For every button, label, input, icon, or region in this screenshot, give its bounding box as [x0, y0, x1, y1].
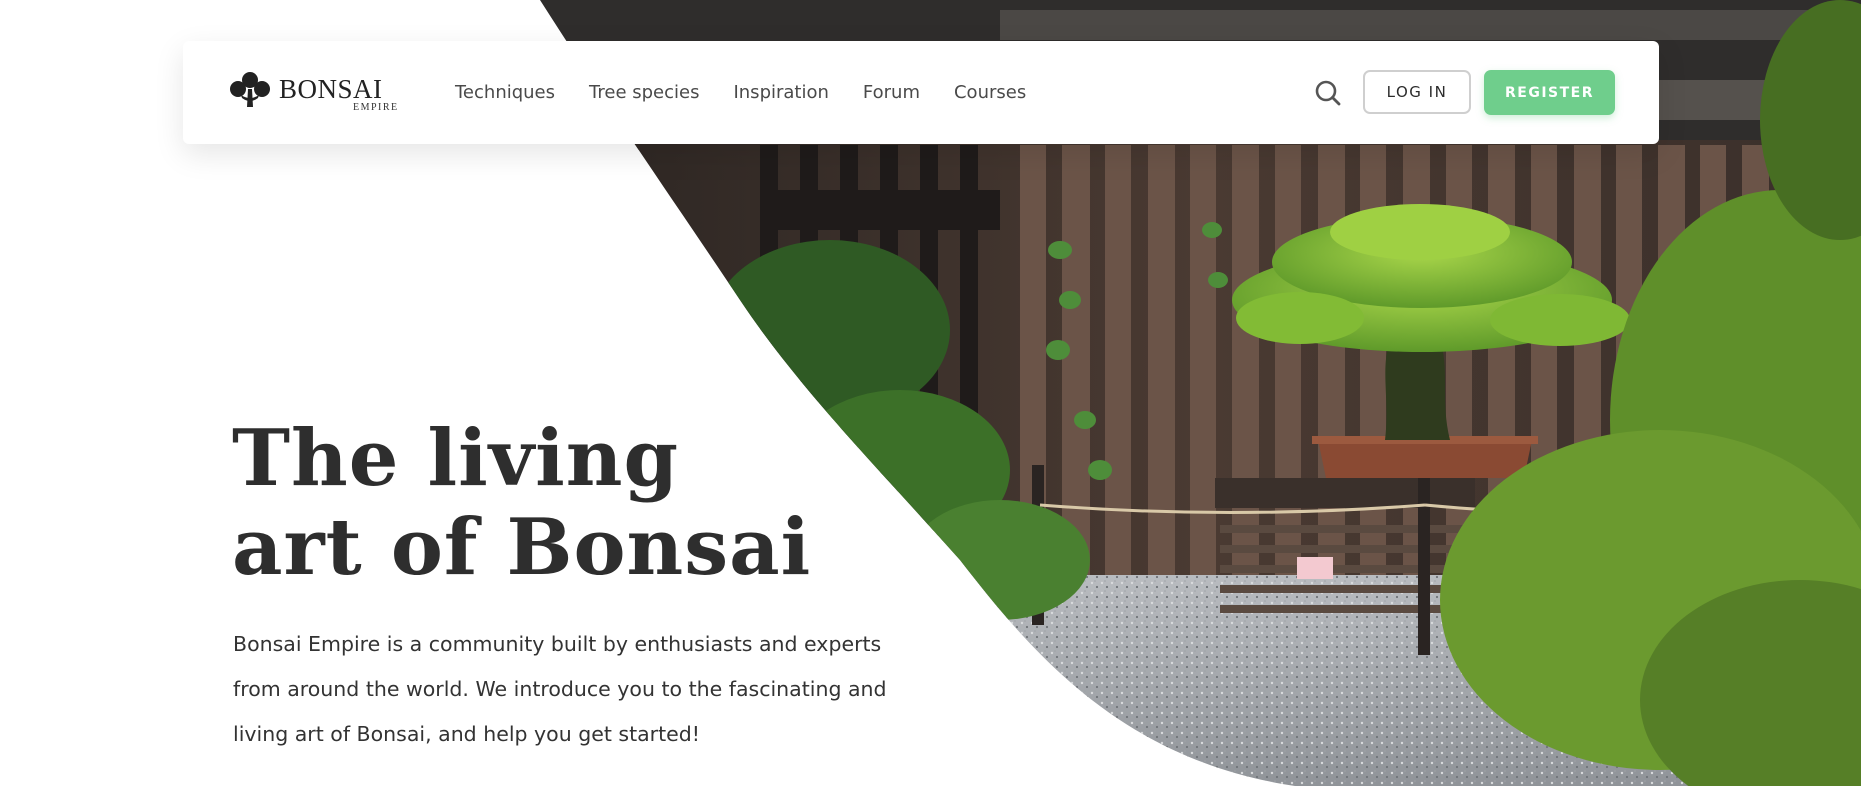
search-button[interactable] [1314, 79, 1342, 107]
hero-title-line-1: The living [232, 413, 679, 504]
brand-subtitle: EMPIRE [353, 102, 399, 113]
navbar: BONSAI EMPIRE Techniques Tree species In… [183, 41, 1659, 144]
nav-link-courses[interactable]: Courses [954, 82, 1026, 103]
nav-link-techniques[interactable]: Techniques [455, 82, 555, 103]
login-button[interactable]: LOG IN [1363, 70, 1471, 114]
brand-logo[interactable]: BONSAI EMPIRE [229, 71, 397, 115]
brand-name: BONSAI [279, 74, 383, 104]
hero-description: Bonsai Empire is a community built by en… [233, 632, 887, 746]
register-button[interactable]: REGISTER [1484, 70, 1615, 115]
nav-link-inspiration[interactable]: Inspiration [733, 82, 828, 103]
nav-link-forum[interactable]: Forum [863, 82, 920, 103]
search-icon [1315, 80, 1341, 106]
main-nav: Techniques Tree species Inspiration Foru… [455, 41, 1060, 144]
bonsai-tree-icon [230, 72, 270, 107]
hero-title-line-2: art of Bonsai [232, 502, 812, 593]
hero-title: The living art of Bonsai [232, 414, 811, 592]
nav-link-tree-species[interactable]: Tree species [589, 82, 699, 103]
